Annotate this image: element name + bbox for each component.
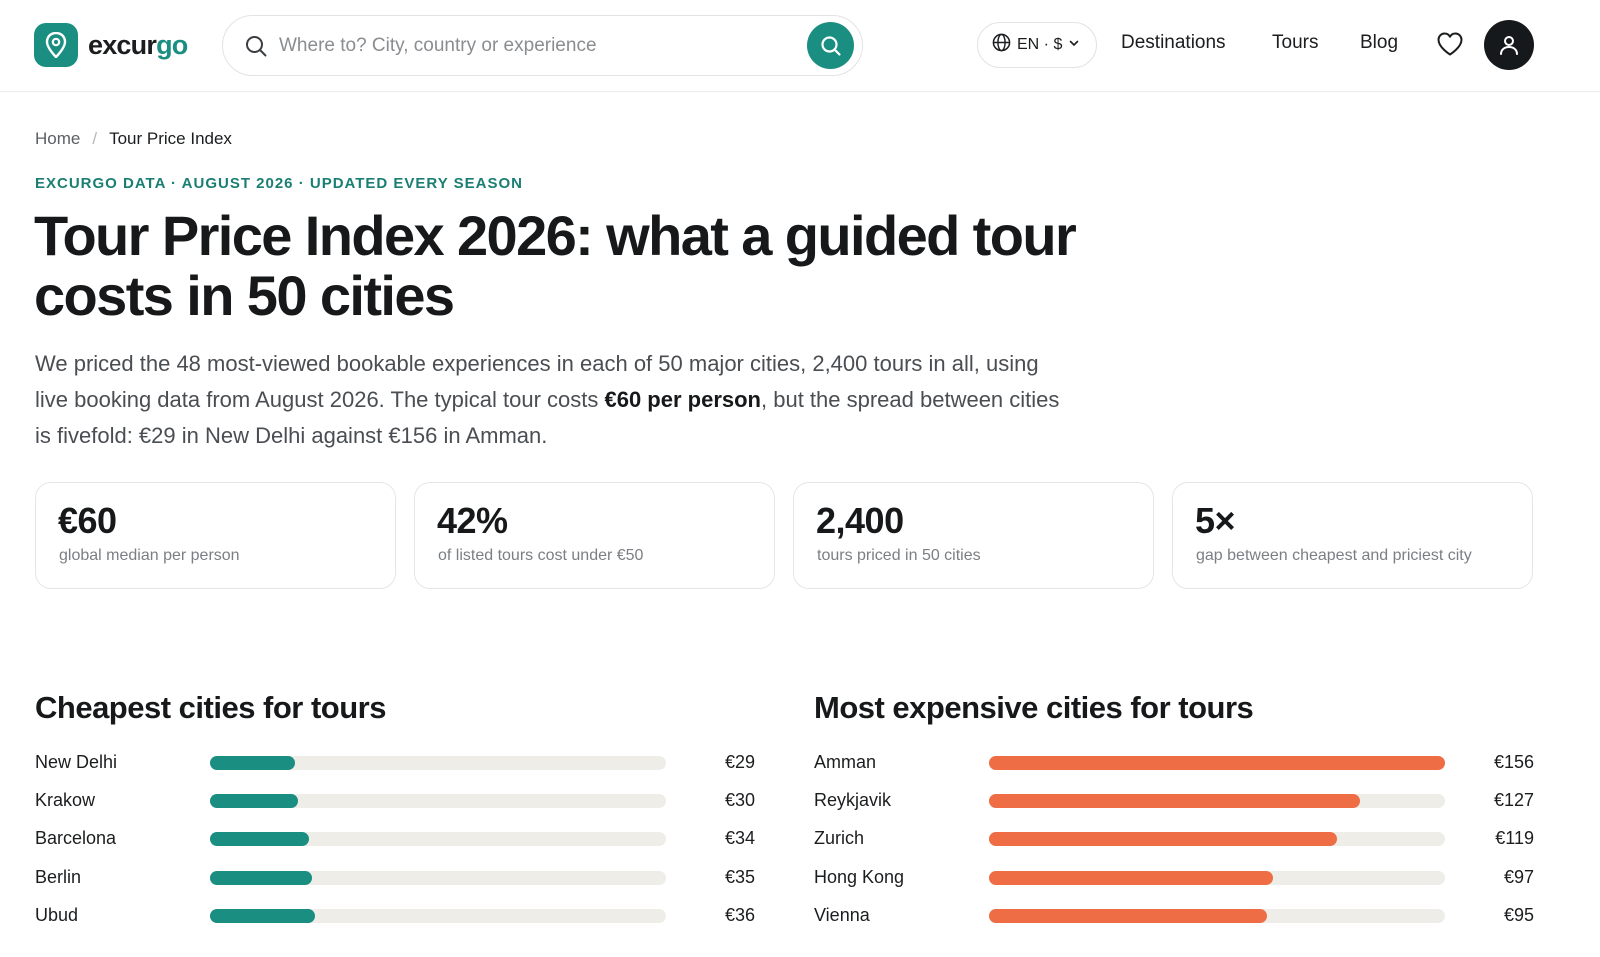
stat-card-price-gap: 5× gap between cheapest and priciest cit… [1172,482,1533,589]
stat-label: global median per person [59,547,240,564]
city-name: Amman [814,752,877,772]
price-bar-track [210,908,666,923]
user-account-button[interactable] [1484,20,1534,70]
search-input[interactable] [279,28,799,64]
cheapest-row: Barcelona €34 [35,826,755,850]
stat-label: of listed tours cost under €50 [438,547,644,564]
price-bar-track [989,908,1445,923]
map-pin-logo-icon [34,23,78,67]
stat-value: 2,400 [816,500,904,541]
stat-card-tours-priced: 2,400 tours priced in 50 cities [793,482,1154,589]
breadcrumb: Home / Tour Price Index [35,129,232,149]
price-bar-fill [210,870,313,885]
city-price: €127 [1493,790,1534,811]
price-bar-track [989,870,1445,885]
expensive-row: Reykjavik €127 [814,788,1534,812]
user-icon [1500,36,1518,55]
city-price: €97 [1503,866,1534,887]
nav-blog[interactable]: Blog [1360,32,1398,54]
site-logo[interactable]: excurgo [34,23,188,67]
search-icon [245,35,267,62]
stat-value: €60 [58,500,117,541]
price-bar-fill [210,794,298,809]
price-bar-fill [210,908,316,923]
price-bar-fill [989,794,1361,809]
cheapest-section-title: Cheapest cities for tours [35,690,386,725]
stat-card-under-50: 42% of listed tours cost under €50 [414,482,775,589]
stat-label: gap between cheapest and priciest city [1196,547,1472,564]
cheapest-row: Berlin €35 [35,865,755,889]
expensive-row: Amman €156 [814,750,1534,774]
search-bar [222,15,863,76]
price-bar-track [210,832,666,847]
city-price: €29 [724,752,755,772]
city-name: Hong Kong [814,866,905,887]
city-name: Barcelona [35,828,117,849]
price-bar-track [210,794,666,809]
logo-wordmark: excurgo [88,29,188,60]
language-currency-label: EN · $ [1017,36,1063,53]
price-bar-track [210,870,666,885]
nav-destinations[interactable]: Destinations [1121,32,1226,54]
expensive-row: Vienna €95 [814,903,1534,927]
price-bar-fill [989,832,1337,847]
stat-value: 5× [1195,500,1236,541]
price-bar-fill [989,908,1267,923]
price-bar-fill [210,756,295,770]
stat-value: 42% [437,500,508,541]
breadcrumb-current: Tour Price Index [109,129,232,148]
price-bar-track [210,756,666,770]
city-name: Vienna [814,904,870,925]
price-bar-track [989,794,1445,809]
chevron-down-icon [1068,36,1080,54]
city-name: Zurich [814,828,865,849]
cheapest-row: New Delhi €29 [35,750,755,774]
city-name: Krakow [35,790,96,811]
city-name: Reykjavik [814,790,892,811]
globe-icon [992,33,1011,57]
language-currency-selector[interactable]: EN · $ [977,22,1097,68]
city-price: €36 [724,904,755,925]
city-price: €156 [1493,752,1534,772]
city-price: €34 [724,828,755,849]
city-name: Ubud [35,904,79,925]
heart-icon[interactable] [1436,31,1464,62]
price-bar-fill [989,870,1273,885]
search-submit-button[interactable] [807,22,854,69]
nav-tours[interactable]: Tours [1272,32,1318,54]
stat-card-median: €60 global median per person [35,482,396,589]
search-submit-icon [820,35,841,56]
expensive-row: Hong Kong €97 [814,865,1534,889]
price-bar-fill [210,832,310,847]
price-bar-track [989,832,1445,847]
cheapest-row: Krakow €30 [35,788,755,812]
city-name: Berlin [35,866,82,887]
city-price: €95 [1503,904,1534,925]
city-price: €35 [724,866,755,887]
cheapest-row: Ubud €36 [35,903,755,927]
expensive-row: Zurich €119 [814,826,1534,850]
stat-label: tours priced in 50 cities [817,547,981,564]
median-highlight: €60 per person [604,387,761,412]
expensive-section-title: Most expensive cities for tours [814,690,1254,725]
city-name: New Delhi [35,752,118,772]
eyebrow-label: EXCURGO DATA · AUGUST 2026 · UPDATED EVE… [35,175,523,192]
city-price: €30 [724,790,755,811]
intro-paragraph: We priced the 48 most-viewed bookable ex… [35,351,1060,448]
breadcrumb-home[interactable]: Home [35,129,80,149]
price-bar-fill [989,756,1445,770]
site-header: excurgo EN · $ Destinations Tours Blog [0,0,1600,92]
page-title: Tour Price Index 2026: what a guided tou… [34,204,1077,327]
price-bar-track [989,756,1445,770]
breadcrumb-separator: / [92,129,98,148]
city-price: €119 [1495,828,1534,849]
